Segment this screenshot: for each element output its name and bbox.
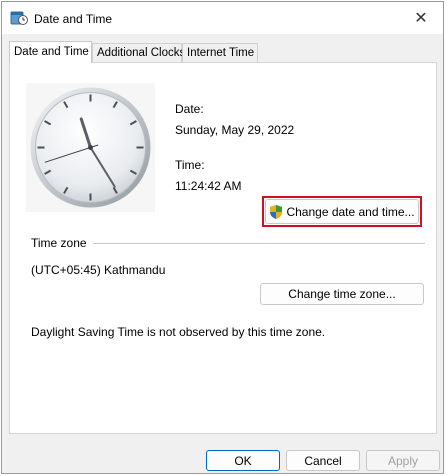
apply-button[interactable]: Apply xyxy=(366,450,440,471)
change-timezone-button[interactable]: Change time zone... xyxy=(260,283,424,305)
time-value: 11:24:42 AM xyxy=(175,179,242,193)
dst-note: Daylight Saving Time is not observed by … xyxy=(31,325,326,339)
timezone-heading: Time zone xyxy=(31,236,87,250)
title-bar: Date and Time ✕ xyxy=(2,2,443,34)
uac-shield-icon xyxy=(270,204,283,219)
tab-internet-time[interactable]: Internet Time xyxy=(182,43,258,62)
close-button[interactable]: ✕ xyxy=(399,2,443,34)
date-label: Date: xyxy=(175,102,204,116)
cancel-button[interactable]: Cancel xyxy=(286,450,360,471)
change-date-time-label: Change date and time... xyxy=(286,204,415,219)
time-label: Time: xyxy=(175,158,205,172)
close-icon: ✕ xyxy=(414,10,428,27)
date-value: Sunday, May 29, 2022 xyxy=(175,123,295,137)
change-date-time-button[interactable]: Change date and time... xyxy=(265,199,419,224)
datetime-app-icon xyxy=(10,11,28,25)
date-time-dialog: Date and Time ✕ Date and Time Additional… xyxy=(1,1,444,474)
tab-additional-clocks[interactable]: Additional Clocks xyxy=(92,43,185,62)
tab-date-and-time[interactable]: Date and Time xyxy=(9,41,92,63)
timezone-value: (UTC+05:45) Kathmandu xyxy=(31,263,166,277)
ok-button[interactable]: OK xyxy=(206,450,280,471)
analog-clock xyxy=(26,83,155,212)
clock-face xyxy=(30,87,151,208)
window-title: Date and Time xyxy=(34,12,113,26)
timezone-divider xyxy=(93,243,425,244)
tab-panel: Date: Sunday, May 29, 2022 Time: 11:24:4… xyxy=(9,62,437,434)
